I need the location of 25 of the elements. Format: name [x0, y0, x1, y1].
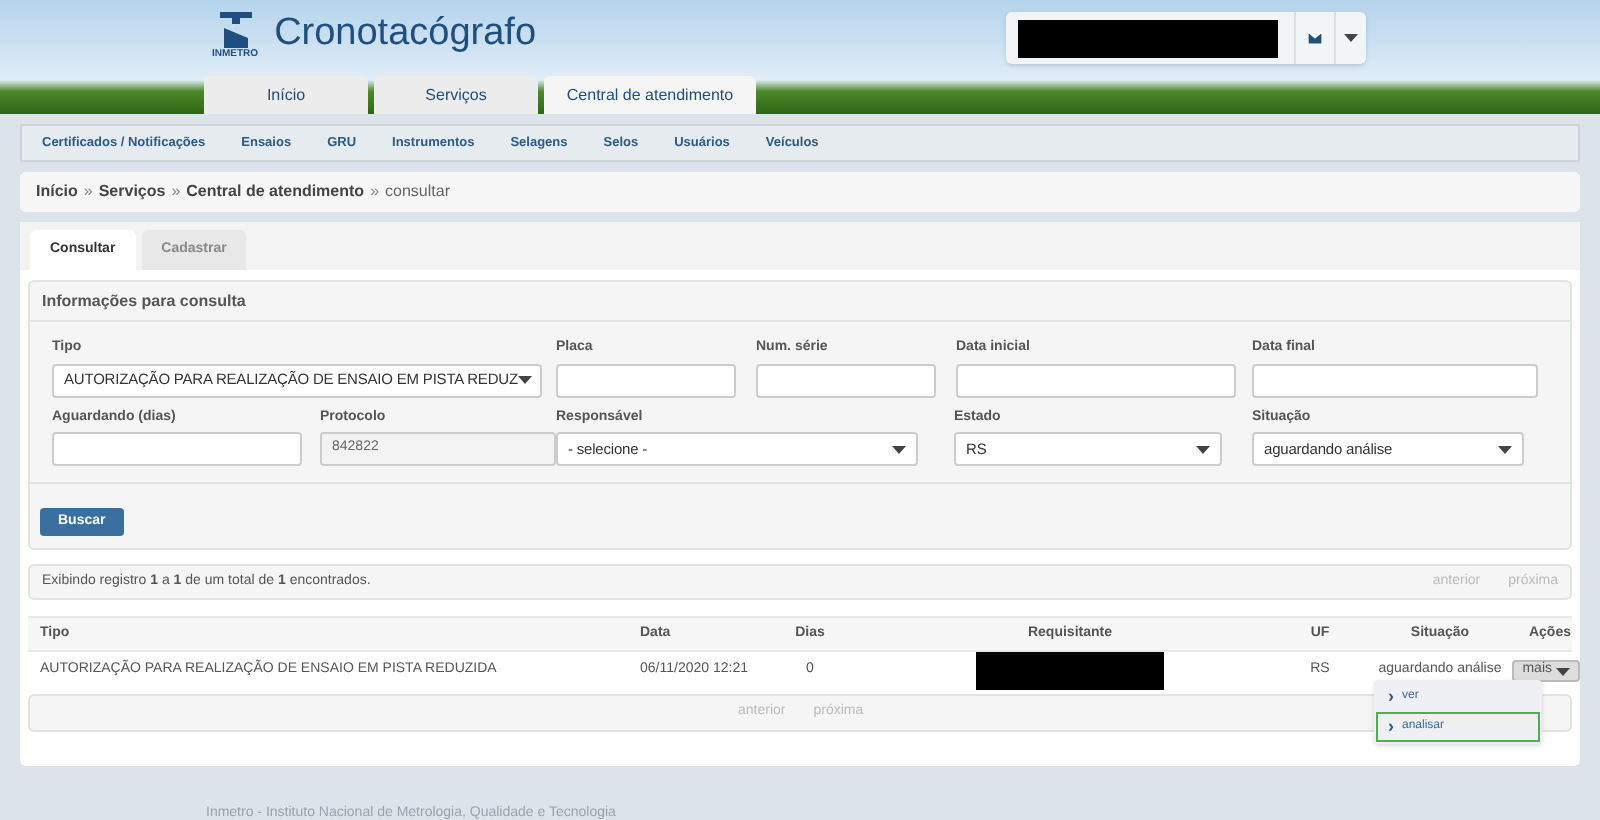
mail-icon — [1308, 32, 1323, 44]
app-title: Cronotacógrafo — [274, 13, 537, 51]
input-field[interactable] — [756, 363, 936, 397]
caret-icon — [1556, 667, 1570, 675]
caret-icon — [892, 445, 906, 453]
breadcrumb-separator: » — [83, 180, 93, 204]
caret-icon — [517, 376, 532, 384]
breadcrumb-separator: » — [370, 180, 380, 204]
input-field[interactable] — [956, 363, 1236, 397]
caret-icon — [1344, 34, 1359, 42]
caret-icon — [1196, 445, 1210, 453]
main-tab[interactable]: Início — [204, 76, 368, 114]
breadcrumb-current: consultar — [385, 180, 450, 204]
input-field[interactable] — [556, 363, 736, 397]
panel-title: Informações para consulta — [42, 289, 246, 313]
input-field[interactable] — [1252, 363, 1538, 397]
logo-icon — [215, 12, 256, 48]
main-tab[interactable]: Serviços — [374, 76, 538, 114]
breadcrumb-separator: » — [171, 180, 181, 204]
breadcrumb-link[interactable]: Central de atendimento — [186, 180, 365, 204]
breadcrumb-link[interactable]: Início — [36, 180, 78, 204]
main-tab[interactable]: Central de atendimento — [544, 76, 756, 114]
input-field[interactable] — [52, 432, 302, 466]
breadcrumb-link[interactable]: Serviços — [98, 180, 166, 204]
caret-icon — [1498, 445, 1512, 453]
